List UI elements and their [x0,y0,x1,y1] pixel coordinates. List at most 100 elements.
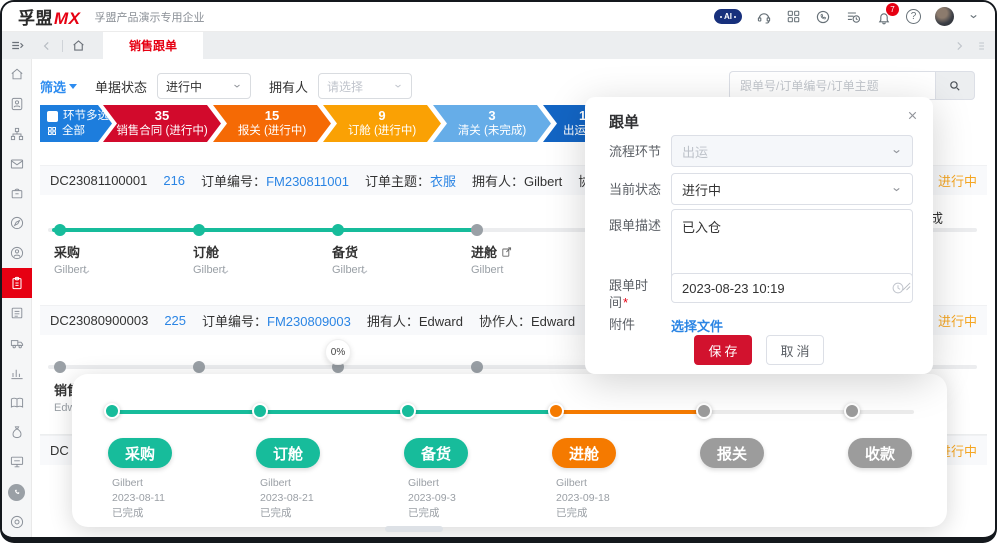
apps-grid-icon[interactable] [786,9,801,24]
sidebar-contacts-icon[interactable] [2,89,32,119]
edit-step-icon[interactable] [501,246,513,258]
stage-label: 报关 (进行中) [238,124,306,139]
progress-tooltip: 0% [325,339,351,365]
order-doc-no: DC23081100001 [50,173,147,188]
pill-label: 收款 [865,443,895,464]
popup-step-pill-1[interactable]: 采购 [108,438,172,468]
owner-select[interactable]: 请选择 [318,73,412,99]
user-avatar[interactable] [935,7,954,26]
sidebar-documents-icon[interactable] [2,298,32,328]
expand-step-chevron-1[interactable] [80,266,92,278]
popup-dot-5[interactable] [696,403,712,419]
detail-status: 已完成 [112,506,165,521]
sidebar-briefcase-icon[interactable] [2,179,32,209]
popup-step-pill-6[interactable]: 收款 [848,438,912,468]
tab-home-button[interactable] [63,32,93,59]
timeline1-dot-1[interactable] [54,224,66,236]
stage-label: 订舱 (进行中) [348,124,416,139]
tab-back-button[interactable] [32,32,62,59]
timeline1-step-4: 进舱 Gilbert [471,242,513,276]
timeline1-dot-2[interactable] [193,224,205,236]
funnel-stage-booking[interactable]: 9 订舱 (进行中) [323,105,441,142]
popup-dot-6[interactable] [844,403,860,419]
search-button[interactable] [935,71,975,100]
sidebar-whatsapp-icon[interactable] [2,477,32,507]
tab-menu-icon[interactable] [975,40,987,52]
funnel-stage-clearance[interactable]: 3 清关 (未完成) [433,105,551,142]
follow-time-label: 跟单时间* [609,273,671,311]
order-subject-link[interactable]: 衣服 [430,174,456,189]
horizontal-scrollbar[interactable] [385,526,443,532]
timeline2-dot-1[interactable] [54,361,66,373]
close-icon[interactable] [906,109,919,122]
timeline2-dot-4[interactable] [471,361,483,373]
popup-step-pill-4[interactable]: 进舱 [552,438,616,468]
expand-step-chevron-2[interactable] [219,266,231,278]
choose-file-link[interactable]: 选择文件 [671,309,723,335]
popup-dot-3[interactable] [400,403,416,419]
notification-badge: 7 [886,3,899,16]
tab-sales-tracking[interactable]: 销售跟单 [103,32,203,59]
detail-date: 2023-08-21 [260,491,314,506]
sidebar-orders-icon-active[interactable] [2,268,32,298]
help-icon[interactable]: ? [906,9,921,24]
order-collab-label: 协作人： [479,314,531,329]
search-input[interactable] [729,71,935,100]
sidebar-collapse-button[interactable] [2,32,32,59]
sidebar-finance-icon[interactable] [2,418,32,448]
order-no-link[interactable]: FM230809003 [267,314,351,329]
order-days-link[interactable]: 216 [163,173,185,188]
funnel-stage-contract[interactable]: 35 销售合同 (进行中) [103,105,221,142]
popup-step-pill-3[interactable]: 备货 [404,438,468,468]
whatsapp-icon[interactable] [815,9,831,25]
timeline2-dot-2[interactable] [193,361,205,373]
current-status-label: 当前状态 [609,173,671,205]
order-status-badge: 进行中 [938,311,977,330]
sidebar-account-icon[interactable] [2,238,32,268]
popup-track-gray [704,410,914,414]
filter-toggle[interactable]: 筛选 [40,77,77,96]
current-status-select[interactable]: 进行中 [671,173,913,205]
search-icon [948,79,962,93]
expand-step-chevron-3[interactable] [358,266,370,278]
profile-chevron-down-icon[interactable] [968,11,979,22]
ai-assistant-button[interactable]: AI [714,9,742,24]
sidebar-ledger-icon[interactable] [2,388,32,418]
doc-status-select[interactable]: 进行中 [157,73,251,99]
popup-dot-4[interactable] [548,403,564,419]
textarea-resize-handle[interactable] [902,282,911,291]
sidebar-org-icon[interactable] [2,119,32,149]
popup-step-pill-2[interactable]: 订舱 [256,438,320,468]
tab-scroll-right-icon[interactable] [953,40,965,52]
popup-step-pill-5[interactable]: 报关 [700,438,764,468]
save-button[interactable]: 保存 [694,335,752,365]
notifications-button[interactable]: 7 [876,9,892,25]
process-step-select: 出运 [671,135,913,167]
all-grid-icon [47,126,57,136]
popup-dot-1[interactable] [104,403,120,419]
order-no-link[interactable]: FM230811001 [266,174,349,189]
sidebar-reports-icon[interactable] [2,358,32,388]
step-name: 备货 [332,242,364,261]
timeline1-dot-3[interactable] [332,224,344,236]
multi-select-checkbox[interactable] [47,111,58,122]
popup-dot-2[interactable] [252,403,268,419]
sidebar-home-icon[interactable] [2,59,32,89]
step-name: 进舱 [471,242,497,261]
follow-time-input[interactable] [671,273,913,303]
sidebar-compass-icon[interactable] [2,208,32,238]
headset-icon[interactable] [756,9,772,25]
sidebar-marketing-icon[interactable] [2,447,32,477]
attachment-label: 附件 [609,309,671,335]
cancel-button[interactable]: 取消 [766,335,824,365]
order-collab: Edward [531,314,575,329]
task-list-icon[interactable] [845,9,862,25]
sidebar-mail-icon[interactable] [2,149,32,179]
sidebar-target-icon[interactable] [2,507,32,537]
timeline1-dot-4[interactable] [471,224,483,236]
order-days-link[interactable]: 225 [164,313,186,328]
funnel-stage-all[interactable]: 环节多选 全部 [40,105,112,142]
sidebar-logistics-icon[interactable] [2,328,32,358]
search-box [729,71,975,100]
funnel-stage-customs[interactable]: 15 报关 (进行中) [213,105,331,142]
